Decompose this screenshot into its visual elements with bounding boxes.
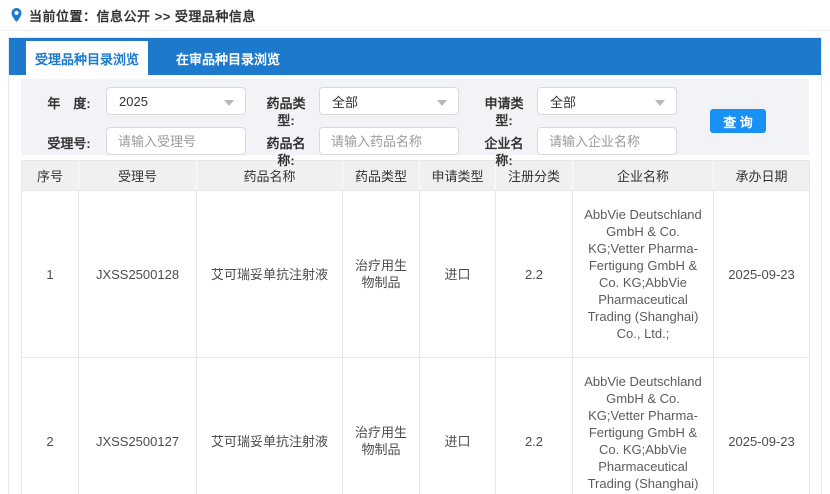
header-date: 承办日期 [714, 161, 810, 191]
tab-accepted-catalog[interactable]: 受理品种目录浏览 [26, 41, 148, 75]
drug-type-select[interactable]: 全部 [319, 87, 459, 115]
tab-under-review-catalog[interactable]: 在审品种目录浏览 [148, 41, 308, 75]
cell-acceptance-no: JXSS2500128 [79, 191, 197, 358]
cell-company: AbbVie Deutschland GmbH & Co. KG;Vetter … [573, 191, 714, 358]
apply-type-select[interactable]: 全部 [537, 87, 677, 115]
chevron-down-icon [224, 100, 234, 106]
cell-acceptance-no: JXSS2500127 [79, 358, 197, 494]
breadcrumb-text: 当前位置：信息公开 >> 受理品种信息 [29, 6, 256, 25]
cell-company: AbbVie Deutschland GmbH & Co. KG;Vetter … [573, 358, 714, 494]
chevron-down-icon [437, 100, 447, 106]
company-name-label: 企业名称: [479, 135, 529, 169]
cell-apply-type: 进口 [420, 191, 496, 358]
cell-seq: 1 [22, 191, 79, 358]
acceptance-no-label: 受理号: [44, 135, 94, 152]
drug-name-input[interactable] [319, 127, 459, 155]
company-name-input[interactable] [537, 127, 677, 155]
header-seq: 序号 [22, 161, 79, 191]
table-row: 1 JXSS2500128 艾可瑞妥单抗注射液 治疗用生物制品 进口 2.2 A… [22, 191, 810, 358]
filter-drug-name: 药品名称: [261, 127, 459, 155]
main-panel: 受理品种目录浏览 在审品种目录浏览 年 度: 2025 药品类型: 全部 申请类… [8, 37, 822, 494]
filter-acceptance-no: 受理号: [44, 127, 246, 155]
year-select[interactable]: 2025 [106, 87, 246, 115]
location-pin-icon [10, 7, 23, 23]
header-drug-type: 药品类型 [343, 161, 420, 191]
cell-drug-name: 艾可瑞妥单抗注射液 [197, 358, 343, 494]
filter-year: 年 度: 2025 [44, 87, 246, 115]
results-table: 序号 受理号 药品名称 药品类型 申请类型 注册分类 企业名称 承办日期 1 J… [21, 160, 810, 494]
cell-drug-type: 治疗用生物制品 [343, 358, 420, 494]
cell-seq: 2 [22, 358, 79, 494]
filter-drug-type: 药品类型: 全部 [261, 87, 459, 115]
table-row: 2 JXSS2500127 艾可瑞妥单抗注射液 治疗用生物制品 进口 2.2 A… [22, 358, 810, 494]
year-select-value: 2025 [119, 94, 148, 109]
search-button[interactable]: 查 询 [710, 109, 766, 133]
drug-type-select-value: 全部 [332, 92, 358, 111]
filter-row-1: 年 度: 2025 药品类型: 全部 申请类型: 全部 [21, 87, 809, 115]
apply-type-label: 申请类型: [479, 95, 529, 129]
header-company: 企业名称 [573, 161, 714, 191]
filter-company-name: 企业名称: [479, 127, 677, 155]
header-acceptance-no: 受理号 [79, 161, 197, 191]
cell-date: 2025-09-23 [714, 191, 810, 358]
filter-row-2: 受理号: 药品名称: 企业名称: [21, 127, 809, 155]
chevron-down-icon [655, 100, 665, 106]
cell-drug-type: 治疗用生物制品 [343, 191, 420, 358]
filter-area: 年 度: 2025 药品类型: 全部 申请类型: 全部 [21, 79, 809, 155]
year-label: 年 度: [44, 95, 94, 112]
cell-drug-name: 艾可瑞妥单抗注射液 [197, 191, 343, 358]
apply-type-select-value: 全部 [550, 92, 576, 111]
tab-bar: 受理品种目录浏览 在审品种目录浏览 [9, 38, 821, 75]
acceptance-no-input[interactable] [106, 127, 246, 155]
cell-apply-type: 进口 [420, 358, 496, 494]
drug-type-label: 药品类型: [261, 95, 311, 129]
breadcrumb: 当前位置：信息公开 >> 受理品种信息 [0, 0, 830, 31]
table-header-row: 序号 受理号 药品名称 药品类型 申请类型 注册分类 企业名称 承办日期 [22, 161, 810, 191]
drug-name-label: 药品名称: [261, 135, 311, 169]
cell-reg-class: 2.2 [496, 358, 573, 494]
cell-date: 2025-09-23 [714, 358, 810, 494]
filter-apply-type: 申请类型: 全部 [479, 87, 677, 115]
cell-reg-class: 2.2 [496, 191, 573, 358]
